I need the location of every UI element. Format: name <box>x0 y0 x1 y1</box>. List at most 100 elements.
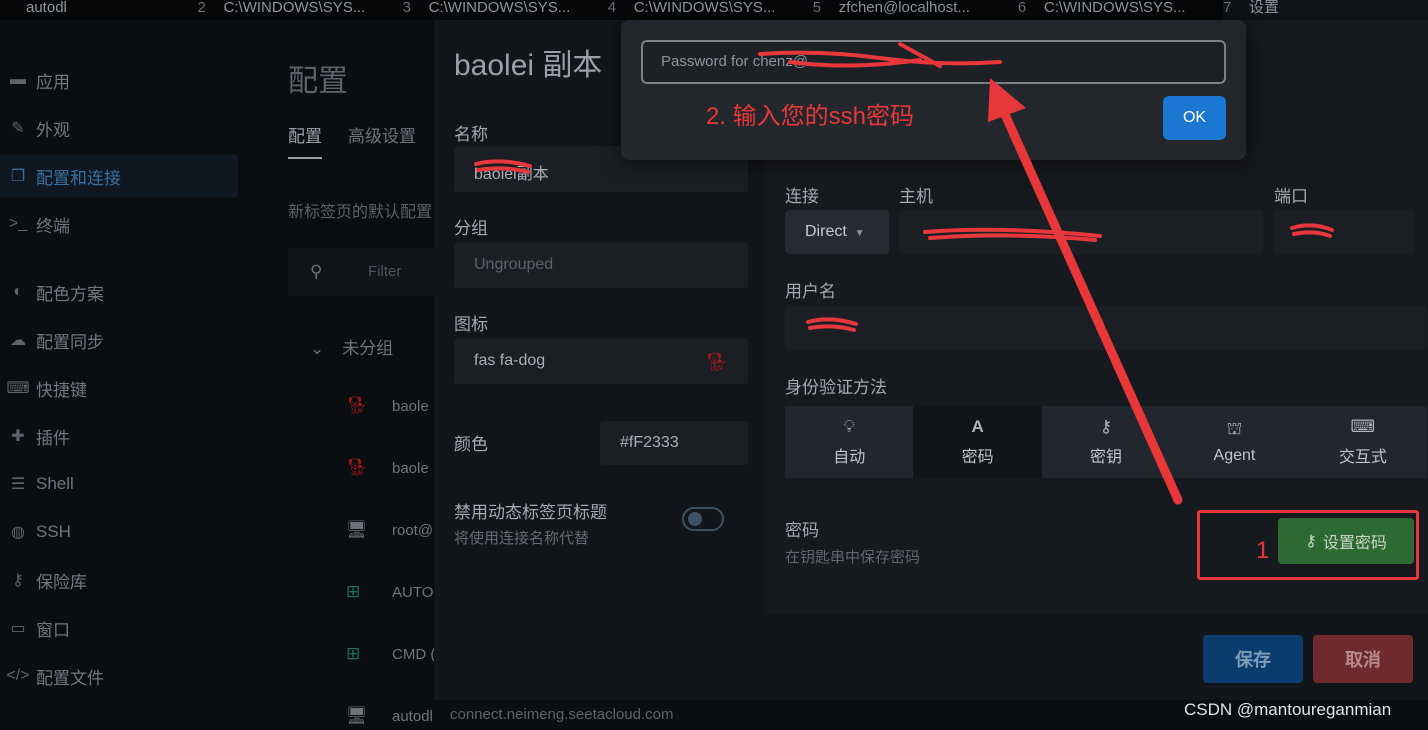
sidebar-item-vault[interactable]: ⚷ 保险库 <box>0 558 238 602</box>
group-header-ungrouped[interactable]: ⌄ 未分组 <box>310 334 393 359</box>
settings-tabs: 配置 高级设置 <box>288 122 416 159</box>
sidebar-item-label: 保险库 <box>36 572 87 592</box>
username-field[interactable] <box>785 306 1427 350</box>
palette-icon: ◐ <box>13 283 23 300</box>
disable-dynamic-title-label: 禁用动态标签页标题 <box>454 503 607 522</box>
search-icon: ⚲ <box>310 262 323 281</box>
sidebar-item-label: 外观 <box>36 120 70 140</box>
key-icon: ⚷ <box>1099 417 1113 436</box>
sidebar-item-profiles[interactable]: ❐ 配置和连接 <box>0 154 238 198</box>
name-label: 名称 <box>454 125 488 144</box>
keyboard-icon: ⌨ <box>6 380 30 397</box>
key-icon: ⚷ <box>12 572 24 589</box>
filter-placeholder: Filter <box>368 263 402 280</box>
sidebar-item-window[interactable]: ▭ 窗口 <box>0 606 238 650</box>
password-label: 密码 <box>785 521 819 540</box>
host-field[interactable] <box>899 210 1263 254</box>
auth-option-label: 自动 <box>833 449 866 466</box>
password-input[interactable]: Password for chenz@... <box>641 40 1226 84</box>
auth-method-label: 身份验证方法 <box>785 378 887 397</box>
annotation-step2: 2. 输入您的ssh密码 <box>706 103 915 130</box>
auth-option-agent[interactable]: ⛫ Agent <box>1170 406 1299 478</box>
group-field[interactable]: Ungrouped <box>454 242 748 288</box>
auth-option-interactive[interactable]: ⌨ 交互式 <box>1298 406 1428 478</box>
sidebar-item-sync[interactable]: ☁ 配置同步 <box>0 318 238 362</box>
icon-field[interactable]: fas fa-dog 🐕︎ <box>454 338 748 384</box>
dog-icon: 🐕︎ <box>346 396 368 415</box>
connection-host: connect.neimeng.seetacloud.com <box>450 706 674 723</box>
sidebar-item-shell[interactable]: ☰ Shell <box>0 462 238 506</box>
sidebar-item-app[interactable]: ▬ 应用 <box>0 58 238 102</box>
tab-strip: autodl 2 C:\WINDOWS\SYS... 3 C:\WINDOWS\SY… <box>0 0 1428 20</box>
tab-advanced[interactable]: 高级设置 <box>348 122 416 159</box>
globe-icon: ◍ <box>11 524 25 541</box>
sidebar-item-label: 配色方案 <box>36 284 104 304</box>
sidebar-item-appearance[interactable]: ✎ 外观 <box>0 106 238 150</box>
font-icon: A <box>971 417 984 436</box>
disable-dynamic-title-sub: 将使用连接名称代替 <box>454 530 590 547</box>
sidebar-item-label: 配置和连接 <box>36 168 121 188</box>
sidebar-item-hotkeys[interactable]: ⌨ 快捷键 <box>0 366 238 410</box>
list-icon: ☰ <box>10 476 26 493</box>
sidebar-item-ssh[interactable]: ◍ SSH <box>0 510 238 554</box>
auth-option-key[interactable]: ⚷ 密钥 <box>1041 406 1171 478</box>
icon-label: 图标 <box>454 315 488 334</box>
tab-cmd-2[interactable]: 2 C:\WINDOWS\SYS... <box>198 0 403 20</box>
sidebar-item-config-file[interactable]: </> 配置文件 <box>0 654 238 698</box>
port-field[interactable] <box>1274 210 1414 254</box>
auth-option-label: 密钥 <box>1090 449 1123 466</box>
tab-profiles[interactable]: 配置 <box>288 122 322 159</box>
password-prompt: Password for chenz@... OK <box>621 20 1246 160</box>
connection-mode-select[interactable]: Direct ▼ <box>785 210 889 254</box>
sidebar-item-plugins[interactable]: ✚ 插件 <box>0 414 238 458</box>
tab-title: C:\WINDOWS\SYS... <box>223 0 366 16</box>
sidebar-item-terminal[interactable]: >_ 终端 <box>0 202 238 246</box>
auth-option-label: 密码 <box>961 449 994 466</box>
code-icon: </> <box>6 667 30 684</box>
tab-autodl[interactable]: autodl <box>0 0 198 20</box>
annotation-step1: 1 <box>1256 537 1270 564</box>
tab-cmd-4[interactable]: 4 C:\WINDOWS\SYS... <box>608 0 813 20</box>
sidebar-item-label: 终端 <box>36 216 70 236</box>
monitor-icon: 🖥︎ <box>346 706 368 725</box>
auth-option-password[interactable]: A 密码 <box>913 406 1042 478</box>
color-value: #fF2333 <box>620 434 679 451</box>
auth-method-selector: 💡︎ 自动 A 密码 ⚷ 密钥 ⛫ Agent ⌨ 交互式 <box>785 406 1428 478</box>
sidebar-item-label: 配置文件 <box>36 668 104 688</box>
modal-title: baolei 副本 <box>454 49 603 82</box>
connection-label: 连接 <box>785 187 819 206</box>
tab-number: 5 <box>812 0 822 16</box>
tab-title: 设置 <box>1248 0 1279 16</box>
tab-number: 3 <box>402 0 411 16</box>
sidebar-item-label: 快捷键 <box>36 380 87 400</box>
profiles-icon: ❐ <box>10 168 26 185</box>
tab-cmd-6[interactable]: 6 C:\WINDOWS\SYS... <box>1018 0 1223 20</box>
ok-button[interactable]: OK <box>1163 96 1226 140</box>
group-label: 分组 <box>454 219 488 238</box>
tab-settings[interactable]: 7 设置 <box>1222 0 1428 20</box>
port-label: 端口 <box>1274 187 1308 206</box>
disable-dynamic-title-toggle[interactable] <box>682 507 724 531</box>
windows-icon: ⊞ <box>346 582 361 601</box>
save-button[interactable]: 保存 <box>1203 635 1303 683</box>
list-item[interactable]: 🖥︎ autodl <box>346 696 456 730</box>
default-profile-description: 新标签页的默认配置 <box>288 204 433 221</box>
sidebar-item-label: Shell <box>36 474 74 493</box>
keyboard-icon: ⌨ <box>1350 417 1376 436</box>
window-icon: ▭ <box>10 620 26 637</box>
cancel-button[interactable]: 取消 <box>1313 635 1413 683</box>
sidebar-item-label: 窗口 <box>36 620 70 640</box>
auth-option-auto[interactable]: 💡︎ 自动 <box>785 406 914 478</box>
tab-cmd-3[interactable]: 3 C:\WINDOWS\SYS... <box>403 0 608 20</box>
name-value: baolei副本 <box>474 166 549 183</box>
tab-ssh-5[interactable]: 5 zfchen@localhost... <box>813 0 1018 20</box>
modal-footer: 保存 取消 <box>764 614 1428 700</box>
filter-input[interactable]: ⚲ Filter <box>288 248 448 296</box>
auth-option-label: 交互式 <box>1338 449 1387 466</box>
sidebar-item-color-scheme[interactable]: ◐ 配色方案 <box>0 270 238 314</box>
page-title: 配置 <box>288 65 348 98</box>
color-field[interactable]: #fF2333 <box>600 421 748 465</box>
group-placeholder: Ungrouped <box>474 256 554 273</box>
dog-icon: 🐕︎ <box>346 458 368 477</box>
connection-label: baole <box>392 397 429 415</box>
